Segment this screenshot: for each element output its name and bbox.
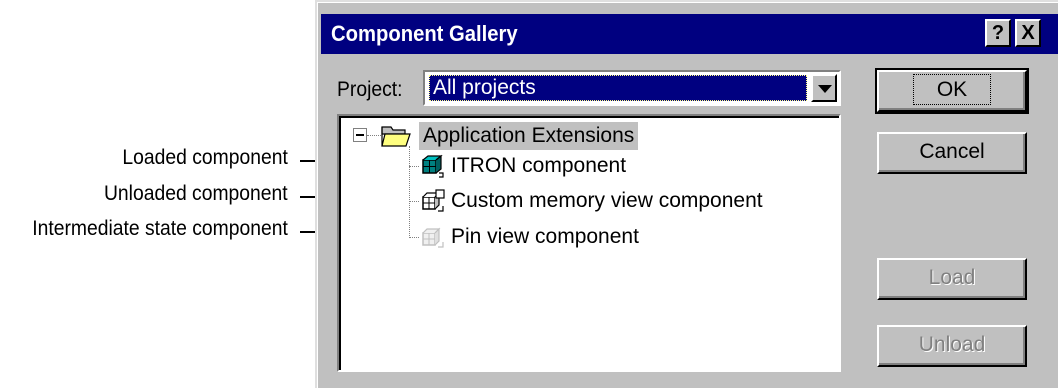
tree-item-itron-component[interactable]: ITRON component: [451, 154, 626, 178]
callout-unloaded-component: Unloaded component: [104, 182, 288, 205]
help-button[interactable]: ?: [985, 19, 1011, 47]
intermediate-component-icon: [422, 227, 444, 248]
component-tree[interactable]: Application Extensions ITRON component C…: [337, 114, 841, 372]
tree-connector: [409, 237, 419, 238]
callout-intermediate-component: Intermediate state component: [32, 217, 288, 240]
tree-connector: [409, 146, 410, 238]
tree-root-application-extensions[interactable]: Application Extensions: [419, 122, 639, 150]
tree-item-pin-view-component[interactable]: Pin view component: [451, 225, 639, 249]
unloaded-component-icon: [422, 189, 445, 212]
callout-loaded-component: Loaded component: [122, 146, 288, 169]
tree-connector: [409, 201, 419, 202]
load-button[interactable]: Load: [877, 258, 1027, 300]
collapse-toggle-icon[interactable]: [353, 128, 367, 142]
unload-button[interactable]: Unload: [877, 325, 1027, 367]
ok-button[interactable]: OK: [875, 68, 1029, 114]
ok-button-label: OK: [912, 74, 992, 105]
loaded-component-icon: [422, 154, 444, 178]
open-folder-icon: [381, 126, 411, 147]
tree-item-custom-memory-view-component[interactable]: Custom memory view component: [451, 189, 763, 213]
cancel-button[interactable]: Cancel: [877, 132, 1027, 174]
component-gallery-dialog: Component Gallery ? X Project: All proje…: [315, 0, 1058, 388]
project-label: Project:: [337, 78, 403, 101]
project-select[interactable]: All projects: [423, 70, 841, 106]
tree-connector: [367, 135, 381, 136]
close-button[interactable]: X: [1015, 19, 1041, 47]
dropdown-arrow-button[interactable]: [811, 74, 837, 102]
dialog-title: Component Gallery: [331, 21, 518, 46]
tree-connector: [409, 166, 419, 167]
project-select-value: All projects: [429, 75, 807, 101]
dialog-titlebar[interactable]: Component Gallery ? X: [321, 14, 1058, 54]
